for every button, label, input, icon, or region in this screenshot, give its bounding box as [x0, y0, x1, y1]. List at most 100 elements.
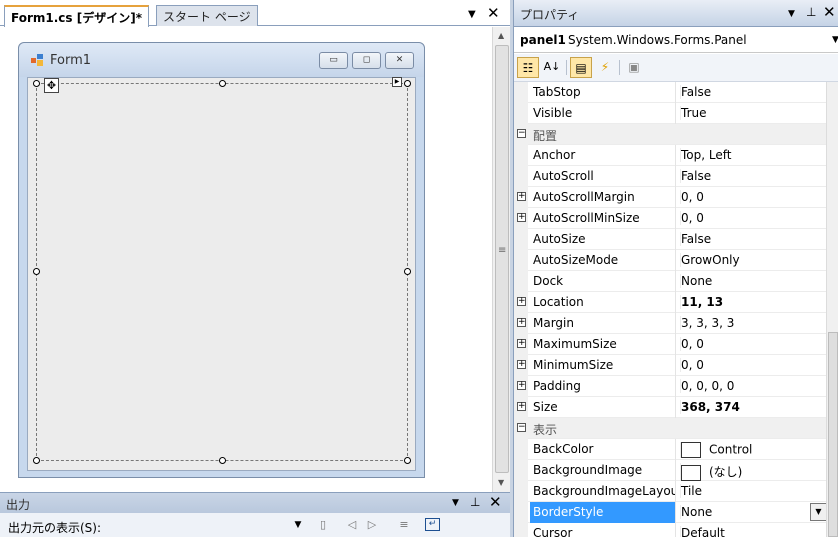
property-value[interactable]: None [680, 505, 712, 519]
property-value[interactable]: Control [680, 442, 752, 458]
property-value[interactable]: 11, 13 [680, 295, 723, 309]
property-value[interactable]: False [680, 169, 711, 183]
property-value[interactable]: (なし) [680, 463, 742, 481]
properties-view-icon[interactable]: ▤ [570, 57, 592, 78]
events-lightning-icon[interactable]: ⚡ [594, 57, 616, 78]
property-row[interactable]: + Padding 0, 0, 0, 0 [514, 376, 826, 397]
property-row[interactable]: AutoSizeMode GrowOnly [514, 250, 826, 271]
alphabetical-icon[interactable]: A↓ [541, 57, 563, 78]
property-row[interactable]: AutoScroll False [514, 166, 826, 187]
chevron-down-icon[interactable]: ▼ [832, 35, 838, 45]
expand-icon[interactable]: + [517, 402, 526, 411]
property-pages-icon[interactable]: ▣ [623, 57, 645, 78]
previous-message-icon[interactable]: ◁ [344, 518, 360, 533]
column-divider [675, 481, 676, 502]
property-value[interactable]: 0, 0 [680, 190, 704, 204]
resize-handle-e[interactable] [404, 268, 411, 275]
resize-handle-s[interactable] [219, 457, 226, 464]
property-value[interactable]: True [680, 106, 707, 120]
close-icon[interactable]: ✕ [823, 3, 836, 21]
property-row[interactable]: BackColor Control [514, 439, 826, 460]
close-button[interactable]: ✕ [385, 52, 414, 69]
tab-form1-design[interactable]: Form1.cs [デザイン]* [4, 5, 149, 27]
property-grid[interactable]: TabStop False Visible True − 配置 Anchor Top, Lef… [514, 82, 826, 537]
property-category[interactable]: − 配置 [514, 124, 826, 145]
expand-icon[interactable]: + [517, 213, 526, 222]
resize-handle-w[interactable] [33, 268, 40, 275]
property-value[interactable]: 0, 0 [680, 337, 704, 351]
property-value[interactable]: Tile [680, 484, 702, 498]
dropdown-arrow-icon[interactable]: ▼ [810, 503, 826, 521]
minimize-button[interactable]: ▭ [319, 52, 348, 69]
chevron-down-icon[interactable]: ▼ [788, 9, 795, 19]
property-value[interactable]: 368, 374 [680, 400, 740, 414]
properties-vertical-scrollbar[interactable] [826, 82, 838, 537]
resize-handle-sw[interactable] [33, 457, 40, 464]
pin-icon[interactable]: ⊥ [470, 495, 480, 509]
property-row[interactable]: + MaximumSize 0, 0 [514, 334, 826, 355]
form1-titlebar[interactable]: Form1 ▭ ◻ ✕ [19, 43, 424, 77]
collapse-icon[interactable]: − [517, 423, 526, 432]
property-value[interactable]: 0, 0 [680, 358, 704, 372]
next-message-icon[interactable]: ▷ [364, 518, 380, 533]
close-icon[interactable]: ✕ [489, 493, 502, 511]
chevron-down-icon[interactable]: ▼ [452, 498, 459, 508]
property-row[interactable]: AutoSize False [514, 229, 826, 250]
property-row[interactable]: Dock None [514, 271, 826, 292]
scroll-up-icon[interactable]: ▲ [498, 31, 504, 40]
categorized-icon[interactable]: ☷ [517, 57, 539, 78]
property-value[interactable]: Default [680, 526, 725, 537]
property-row[interactable]: + Margin 3, 3, 3, 3 [514, 313, 826, 334]
property-row[interactable]: Visible True [514, 103, 826, 124]
word-wrap-icon[interactable]: ↵ [425, 518, 440, 531]
collapse-icon[interactable]: − [517, 129, 526, 138]
property-row[interactable]: BackgroundImage (なし) [514, 460, 826, 481]
resize-handle-ne[interactable] [404, 80, 411, 87]
goto-source-icon[interactable]: ▯ [315, 518, 331, 533]
property-row[interactable]: + Size 368, 374 [514, 397, 826, 418]
chevron-down-icon[interactable]: ▼ [468, 9, 476, 20]
property-value[interactable]: None [680, 274, 712, 288]
property-value[interactable]: 0, 0, 0, 0 [680, 379, 734, 393]
panel1-selection[interactable] [36, 83, 408, 461]
expand-icon[interactable]: + [517, 297, 526, 306]
property-row[interactable]: Anchor Top, Left [514, 145, 826, 166]
property-value[interactable]: Top, Left [680, 148, 731, 162]
expand-icon[interactable]: + [517, 339, 526, 348]
source-dropdown-icon[interactable]: ▼ [290, 520, 306, 535]
property-row[interactable]: BackgroundImageLayou Tile [514, 481, 826, 502]
resize-handle-n[interactable] [219, 80, 226, 87]
property-category[interactable]: − 表示 [514, 418, 826, 439]
property-row[interactable]: + MinimumSize 0, 0 [514, 355, 826, 376]
property-row[interactable]: + AutoScrollMinSize 0, 0 [514, 208, 826, 229]
resize-handle-se[interactable] [404, 457, 411, 464]
clear-all-icon[interactable]: ≡ [396, 518, 412, 533]
property-row[interactable]: TabStop False [514, 82, 826, 103]
smart-tag-icon[interactable]: ▶ [392, 77, 402, 87]
maximize-button[interactable]: ◻ [352, 52, 381, 69]
property-value[interactable]: 3, 3, 3, 3 [680, 316, 734, 330]
tab-start-page[interactable]: スタート ページ [156, 5, 258, 26]
expand-icon[interactable]: + [517, 360, 526, 369]
property-row[interactable]: Cursor Default [514, 523, 826, 537]
scroll-down-icon[interactable]: ▼ [498, 478, 504, 487]
property-row[interactable]: + AutoScrollMargin 0, 0 [514, 187, 826, 208]
property-row[interactable]: + Location 11, 13 [514, 292, 826, 313]
move-icon[interactable]: ✥ [44, 78, 59, 93]
expand-icon[interactable]: + [517, 381, 526, 390]
property-row[interactable]: BorderStyle None ▼ [514, 502, 826, 523]
property-value[interactable]: 0, 0 [680, 211, 704, 225]
expand-icon[interactable]: + [517, 192, 526, 201]
property-value[interactable]: GrowOnly [680, 253, 740, 267]
row-gutter [514, 229, 528, 250]
object-selector[interactable]: panel1 System.Windows.Forms.Panel ▼ [514, 29, 838, 53]
designer-vertical-scrollbar[interactable]: ▲ ≡ ▼ [492, 27, 510, 492]
scroll-thumb[interactable] [828, 332, 838, 537]
pin-icon[interactable]: ⊥ [806, 5, 816, 19]
property-value[interactable]: False [680, 85, 711, 99]
property-value[interactable]: False [680, 232, 711, 246]
resize-handle-nw[interactable] [33, 80, 40, 87]
close-icon[interactable]: ✕ [487, 4, 500, 22]
expand-icon[interactable]: + [517, 318, 526, 327]
scroll-thumb[interactable] [495, 45, 509, 473]
